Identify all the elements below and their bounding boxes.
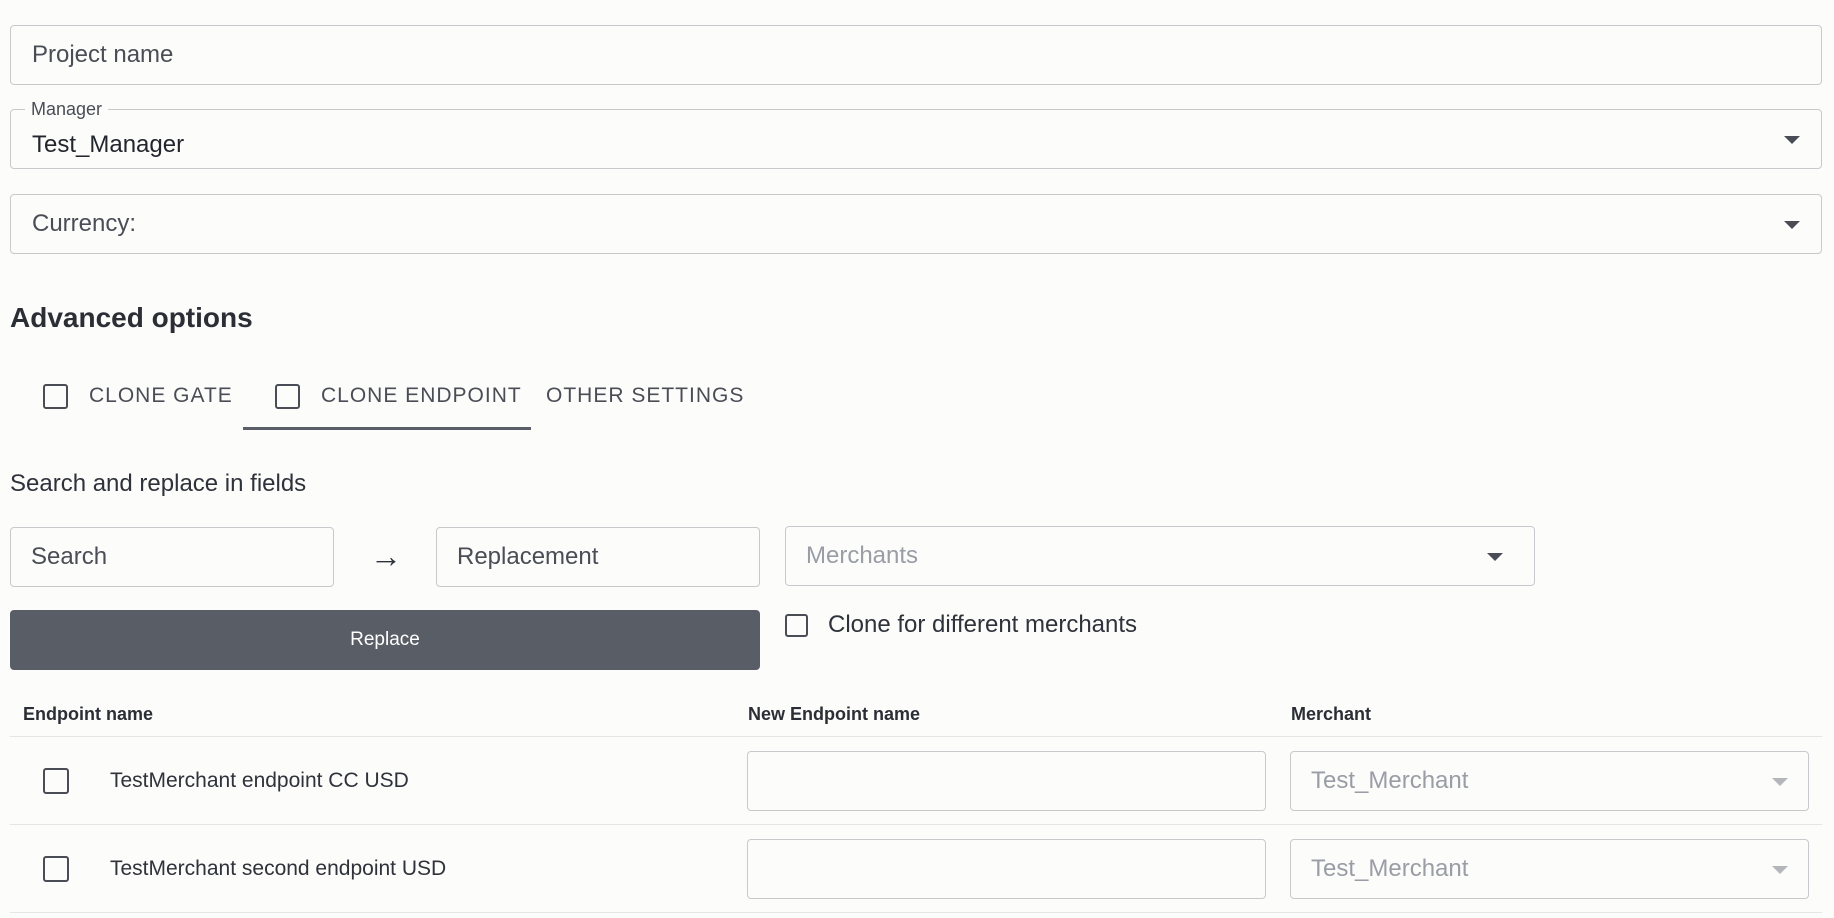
chevron-down-icon bbox=[1784, 136, 1800, 144]
project-name-placeholder: Project name bbox=[32, 41, 174, 68]
manager-select[interactable]: Manager Test_Manager bbox=[10, 99, 1822, 169]
tab-clone-gate-label: CLONE GATE bbox=[89, 384, 233, 407]
replace-button[interactable]: Replace bbox=[10, 610, 760, 670]
replacement-placeholder: Replacement bbox=[457, 543, 599, 570]
advanced-options-title: Advanced options bbox=[10, 302, 253, 333]
row-merchant-select[interactable]: Test_Merchant bbox=[1290, 751, 1809, 811]
clone-gate-checkbox[interactable] bbox=[43, 383, 68, 409]
clone-for-merchants-checkbox[interactable] bbox=[785, 613, 808, 637]
table-row-divider bbox=[10, 912, 1822, 913]
currency-placeholder: Currency: bbox=[32, 210, 137, 237]
clone-project-form: Project name Manager Test_Manager Curren… bbox=[0, 0, 1834, 918]
row-merchant-value: Test_Merchant bbox=[1311, 855, 1469, 882]
chevron-down-icon bbox=[1772, 778, 1788, 786]
tab-clone-endpoint-label: CLONE ENDPOINT bbox=[321, 384, 522, 407]
search-placeholder: Search bbox=[31, 543, 108, 570]
column-header-merchant: Merchant bbox=[1291, 704, 1372, 724]
clone-endpoint-checkbox[interactable] bbox=[275, 383, 300, 409]
tab-clone-endpoint[interactable]: CLONE ENDPOINT bbox=[275, 360, 522, 432]
clone-for-merchants-option[interactable]: Clone for different merchants bbox=[785, 611, 1137, 639]
replacement-input[interactable]: Replacement bbox=[436, 527, 760, 587]
new-endpoint-name-input[interactable] bbox=[747, 839, 1266, 899]
merchants-select[interactable]: Merchants bbox=[785, 526, 1535, 586]
chevron-down-icon bbox=[1784, 221, 1800, 229]
active-tab-indicator bbox=[243, 427, 531, 430]
arrow-right-icon: → bbox=[370, 538, 402, 574]
chevron-down-icon bbox=[1487, 553, 1503, 561]
table-row-divider bbox=[10, 824, 1822, 825]
tab-clone-gate[interactable]: CLONE GATE bbox=[43, 360, 233, 432]
search-input[interactable]: Search bbox=[10, 527, 334, 587]
chevron-down-icon bbox=[1772, 866, 1788, 874]
row-checkbox[interactable] bbox=[43, 856, 69, 882]
row-endpoint-name: TestMerchant second endpoint USD bbox=[110, 857, 447, 880]
clone-for-merchants-label: Clone for different merchants bbox=[828, 611, 1138, 638]
manager-value: Test_Manager bbox=[32, 131, 185, 158]
search-replace-title: Search and replace in fields bbox=[10, 470, 307, 497]
row-endpoint-name: TestMerchant endpoint CC USD bbox=[110, 769, 409, 792]
tab-other-settings[interactable]: OTHER SETTINGS bbox=[546, 360, 744, 432]
merchants-placeholder: Merchants bbox=[806, 542, 919, 569]
row-checkbox[interactable] bbox=[43, 768, 69, 794]
table-header-divider bbox=[10, 736, 1822, 737]
column-header-new-endpoint-name: New Endpoint name bbox=[748, 704, 921, 724]
project-name-field[interactable]: Project name bbox=[10, 25, 1822, 85]
tab-other-settings-label: OTHER SETTINGS bbox=[546, 384, 745, 407]
currency-select[interactable]: Currency: bbox=[10, 194, 1822, 254]
row-merchant-value: Test_Merchant bbox=[1311, 767, 1469, 794]
column-header-endpoint-name: Endpoint name bbox=[23, 704, 153, 724]
row-merchant-select[interactable]: Test_Merchant bbox=[1290, 839, 1809, 899]
new-endpoint-name-input[interactable] bbox=[747, 751, 1266, 811]
